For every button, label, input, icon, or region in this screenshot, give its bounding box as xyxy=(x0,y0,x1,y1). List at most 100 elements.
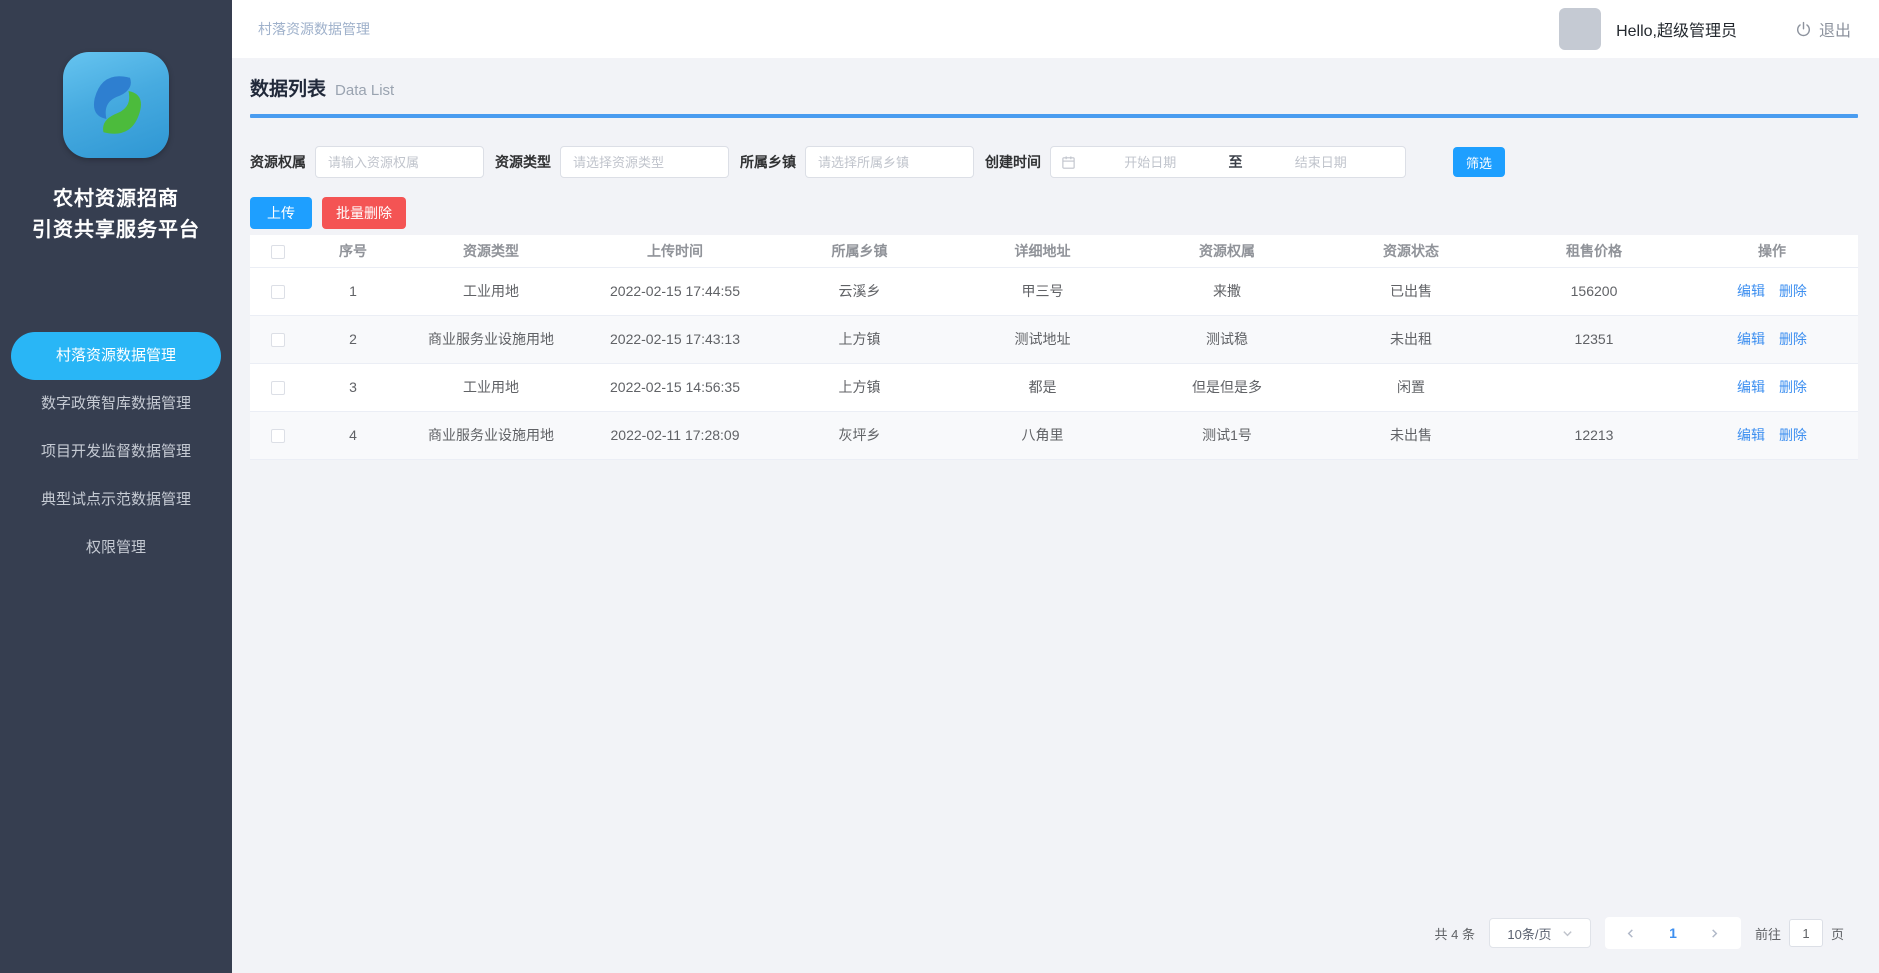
chevron-down-icon xyxy=(1562,928,1573,939)
filter-button[interactable]: 筛选 xyxy=(1453,147,1505,177)
app-logo-icon xyxy=(63,52,169,158)
data-table: 序号 资源类型 上传时间 所属乡镇 详细地址 资源权属 资源状态 租售价格 操作 xyxy=(250,235,1858,460)
cell-address: 甲三号 xyxy=(951,267,1134,315)
cell-status: 未出租 xyxy=(1320,315,1502,363)
date-range-picker[interactable]: 至 xyxy=(1050,146,1406,178)
edit-link[interactable]: 编辑 xyxy=(1737,427,1765,443)
cell-price: 12213 xyxy=(1502,411,1686,459)
avatar xyxy=(1559,8,1601,50)
cell-uploaded: 2022-02-11 17:28:09 xyxy=(582,411,768,459)
header-status: 资源状态 xyxy=(1320,235,1502,267)
cell-address: 八角里 xyxy=(951,411,1134,459)
cell-seq: 2 xyxy=(306,315,400,363)
cell-type: 商业服务业设施用地 xyxy=(400,315,582,363)
cell-uploaded: 2022-02-15 17:43:13 xyxy=(582,315,768,363)
logout-button[interactable]: 退出 xyxy=(1795,17,1851,41)
cell-ownership: 但是但是多 xyxy=(1134,363,1320,411)
batch-delete-button[interactable]: 批量删除 xyxy=(322,197,406,229)
chevron-right-icon[interactable] xyxy=(1695,917,1735,949)
action-row: 上传 批量删除 xyxy=(250,197,1858,229)
start-date-input[interactable] xyxy=(1076,155,1225,170)
goto-group: 前往 页 xyxy=(1755,919,1844,947)
delete-link[interactable]: 删除 xyxy=(1779,283,1807,299)
cell-ownership: 来撒 xyxy=(1134,267,1320,315)
app-window: 农村资源招商 引资共享服务平台 村落资源数据管理 数字政策智库数据管理 项目开发… xyxy=(0,0,1879,973)
goto-page-input[interactable] xyxy=(1789,919,1823,947)
cell-type: 工业用地 xyxy=(400,267,582,315)
cell-type: 工业用地 xyxy=(400,363,582,411)
type-select[interactable] xyxy=(560,146,729,178)
date-range-separator: 至 xyxy=(1225,152,1247,172)
current-page[interactable]: 1 xyxy=(1651,925,1695,941)
table-row: 1 工业用地 2022-02-15 17:44:55 云溪乡 甲三号 来撒 已出… xyxy=(250,267,1858,315)
sidebar-item-project-supervision[interactable]: 项目开发监督数据管理 xyxy=(0,428,232,476)
row-checkbox[interactable] xyxy=(271,333,285,347)
sidebar-item-pilot-demo[interactable]: 典型试点示范数据管理 xyxy=(0,476,232,524)
header-seq: 序号 xyxy=(306,235,400,267)
calendar-icon xyxy=(1061,155,1076,170)
goto-label: 前往 xyxy=(1755,924,1781,943)
title-divider xyxy=(250,114,1858,118)
breadcrumb[interactable]: 村落资源数据管理 xyxy=(258,19,370,39)
sidebar-item-digital-policy[interactable]: 数字政策智库数据管理 xyxy=(0,380,232,428)
cell-address: 都是 xyxy=(951,363,1134,411)
edit-link[interactable]: 编辑 xyxy=(1737,331,1765,347)
header-ownership: 资源权属 xyxy=(1134,235,1320,267)
sidebar-item-permissions[interactable]: 权限管理 xyxy=(0,524,232,572)
delete-link[interactable]: 删除 xyxy=(1779,427,1807,443)
app-title: 农村资源招商 引资共享服务平台 xyxy=(32,184,200,246)
page-size-select[interactable]: 10条/页 xyxy=(1489,918,1591,948)
pagination: 共 4 条 10条/页 1 前往 xyxy=(250,917,1858,949)
header-type: 资源类型 xyxy=(400,235,582,267)
header-uploaded: 上传时间 xyxy=(582,235,768,267)
ownership-input[interactable] xyxy=(315,146,484,178)
filter-group-town: 所属乡镇 xyxy=(740,146,974,178)
cell-town: 上方镇 xyxy=(768,363,951,411)
cell-seq: 1 xyxy=(306,267,400,315)
edit-link[interactable]: 编辑 xyxy=(1737,283,1765,299)
cell-ownership: 测试稳 xyxy=(1134,315,1320,363)
cell-town: 上方镇 xyxy=(768,315,951,363)
cell-address: 测试地址 xyxy=(951,315,1134,363)
table-row: 3 工业用地 2022-02-15 14:56:35 上方镇 都是 但是但是多 … xyxy=(250,363,1858,411)
town-label: 所属乡镇 xyxy=(740,152,796,172)
row-checkbox[interactable] xyxy=(271,381,285,395)
cell-seq: 3 xyxy=(306,363,400,411)
delete-link[interactable]: 删除 xyxy=(1779,331,1807,347)
upload-button[interactable]: 上传 xyxy=(250,197,312,229)
cell-price: 156200 xyxy=(1502,267,1686,315)
cell-status: 未出售 xyxy=(1320,411,1502,459)
sidebar-nav: 村落资源数据管理 数字政策智库数据管理 项目开发监督数据管理 典型试点示范数据管… xyxy=(0,332,232,572)
filter-group-type: 资源类型 xyxy=(495,146,729,178)
page-title: 数据列表 xyxy=(250,74,326,101)
town-select[interactable] xyxy=(805,146,974,178)
filter-group-ownership: 资源权属 xyxy=(250,146,484,178)
cell-price: 12351 xyxy=(1502,315,1686,363)
filter-row: 资源权属 资源类型 所属乡镇 创建时间 xyxy=(250,146,1858,178)
header-ops: 操作 xyxy=(1686,235,1858,267)
end-date-input[interactable] xyxy=(1247,155,1396,170)
created-label: 创建时间 xyxy=(985,152,1041,172)
row-checkbox[interactable] xyxy=(271,429,285,443)
cell-town: 灰坪乡 xyxy=(768,411,951,459)
header-town: 所属乡镇 xyxy=(768,235,951,267)
table-row: 2 商业服务业设施用地 2022-02-15 17:43:13 上方镇 测试地址… xyxy=(250,315,1858,363)
delete-link[interactable]: 删除 xyxy=(1779,379,1807,395)
edit-link[interactable]: 编辑 xyxy=(1737,379,1765,395)
select-all-checkbox[interactable] xyxy=(271,245,285,259)
pager: 1 xyxy=(1605,917,1741,949)
page-size-value: 10条/页 xyxy=(1507,924,1551,943)
cell-seq: 4 xyxy=(306,411,400,459)
row-checkbox[interactable] xyxy=(271,285,285,299)
cell-type: 商业服务业设施用地 xyxy=(400,411,582,459)
main-area: 村落资源数据管理 Hello,超级管理员 退出 数据列表 xyxy=(232,0,1879,973)
header-address: 详细地址 xyxy=(951,235,1134,267)
chevron-left-icon[interactable] xyxy=(1611,917,1651,949)
topbar-right: Hello,超级管理员 退出 xyxy=(1559,8,1851,50)
topbar: 村落资源数据管理 Hello,超级管理员 退出 xyxy=(232,0,1879,58)
cell-status: 闲置 xyxy=(1320,363,1502,411)
cell-town: 云溪乡 xyxy=(768,267,951,315)
logout-label: 退出 xyxy=(1819,17,1851,41)
table-row: 4 商业服务业设施用地 2022-02-11 17:28:09 灰坪乡 八角里 … xyxy=(250,411,1858,459)
sidebar-item-village-resources[interactable]: 村落资源数据管理 xyxy=(11,332,221,380)
